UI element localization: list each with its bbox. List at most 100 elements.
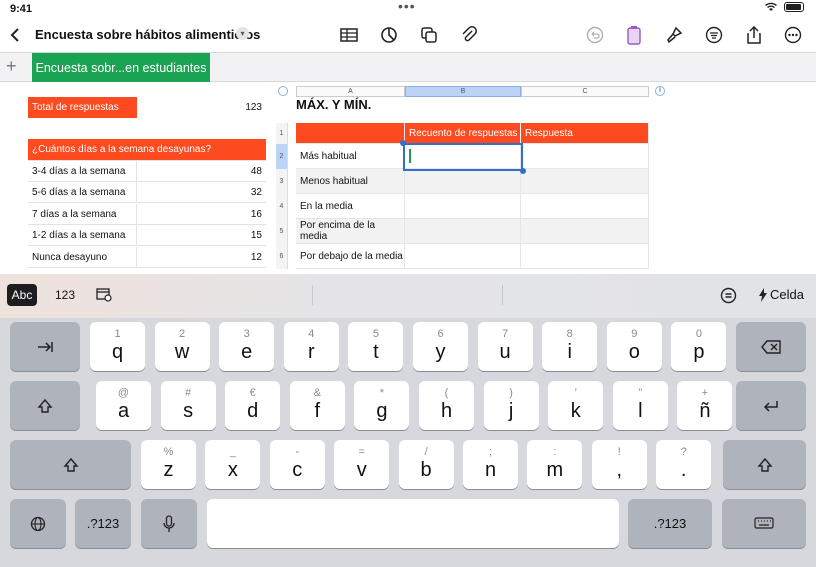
table-cell[interactable] bbox=[521, 169, 649, 194]
row-number[interactable]: 1 bbox=[276, 123, 288, 144]
key-3[interactable]: & f bbox=[289, 381, 345, 430]
header-cell[interactable]: Recuento de respuestas bbox=[405, 123, 521, 144]
header-cell[interactable] bbox=[296, 123, 405, 144]
format-brush-icon[interactable] bbox=[663, 24, 685, 46]
return-key[interactable] bbox=[736, 381, 806, 430]
microphone-key[interactable] bbox=[141, 499, 197, 548]
key-1[interactable]: 2w bbox=[154, 322, 210, 371]
row-number[interactable]: 2 bbox=[276, 144, 288, 169]
table-row[interactable]: 3-4 días a la semana 48 bbox=[28, 160, 266, 182]
key-5[interactable]: 6y bbox=[413, 322, 468, 371]
date-time-icon[interactable] bbox=[95, 287, 113, 308]
selected-cell[interactable] bbox=[405, 144, 521, 169]
clipboard-icon[interactable] bbox=[623, 24, 645, 46]
table-select-handle[interactable] bbox=[278, 86, 288, 96]
shapes-icon[interactable] bbox=[418, 24, 440, 46]
key-7[interactable]: ’ k bbox=[548, 381, 604, 430]
row-label-cell[interactable]: Menos habitual bbox=[296, 169, 405, 194]
chart-icon[interactable] bbox=[378, 24, 400, 46]
row-label-cell[interactable]: Por encima de la media bbox=[296, 219, 405, 244]
table-cell[interactable] bbox=[521, 144, 649, 169]
key-2[interactable]: € d bbox=[225, 381, 281, 430]
sheet-tab-active[interactable]: Encuesta sobr...en estudiantes bbox=[32, 53, 210, 83]
key-5[interactable]: ; n bbox=[463, 440, 518, 489]
column-resize-handle[interactable]: ‖ bbox=[655, 86, 665, 96]
document-title[interactable]: Encuesta sobre hábitos alimenticios bbox=[35, 27, 260, 42]
key-3[interactable]: = v bbox=[334, 440, 390, 489]
row-number[interactable]: 4 bbox=[276, 194, 288, 219]
row-number[interactable]: 5 bbox=[276, 219, 288, 244]
globe-key[interactable] bbox=[10, 499, 66, 548]
row-label-cell[interactable]: En la media bbox=[296, 194, 405, 219]
key-0[interactable]: 1q bbox=[90, 322, 145, 371]
table-cell[interactable] bbox=[521, 244, 649, 269]
table-cell[interactable] bbox=[405, 219, 521, 244]
selection-handle-bottom[interactable] bbox=[520, 168, 526, 174]
key-9[interactable]: + ñ bbox=[677, 381, 733, 430]
row-label-cell[interactable]: Más habitual bbox=[296, 144, 405, 169]
undo-icon[interactable] bbox=[584, 24, 606, 46]
key-9[interactable]: 0p bbox=[671, 322, 727, 371]
numbers-key-right[interactable]: .?123 bbox=[628, 499, 712, 548]
row-label-cell[interactable]: Por debajo de la media bbox=[296, 244, 405, 269]
key-6[interactable]: :m bbox=[527, 440, 583, 489]
formula-icon[interactable] bbox=[720, 287, 737, 309]
add-sheet-button[interactable]: + bbox=[6, 56, 17, 77]
key-0[interactable]: % z bbox=[141, 440, 196, 489]
row-number[interactable]: 6 bbox=[276, 244, 288, 269]
text-mode-button[interactable]: Abc bbox=[7, 284, 37, 306]
hide-keyboard-key[interactable] bbox=[722, 499, 806, 548]
cell-button[interactable]: Celda bbox=[758, 287, 804, 302]
shift-key-left[interactable] bbox=[10, 440, 131, 489]
table-cell[interactable] bbox=[521, 219, 649, 244]
table-cell[interactable] bbox=[405, 169, 521, 194]
share-icon[interactable] bbox=[743, 24, 765, 46]
numbers-key-left[interactable]: .?123 bbox=[75, 499, 131, 548]
table-cell[interactable] bbox=[521, 194, 649, 219]
total-row[interactable]: Total de respuestas 123 bbox=[28, 97, 266, 118]
question-header[interactable]: ¿Cuántos días a la semana desayunas? bbox=[28, 139, 266, 161]
number-mode-button[interactable]: 123 bbox=[55, 288, 75, 302]
key-7[interactable]: !, bbox=[591, 440, 647, 489]
table-row[interactable]: 1-2 días a la semana 15 bbox=[28, 224, 266, 246]
selection-handle-top[interactable] bbox=[400, 140, 406, 146]
tab-key[interactable] bbox=[10, 322, 80, 371]
table-cell[interactable] bbox=[405, 244, 521, 269]
key-8[interactable]: 9o bbox=[606, 322, 662, 371]
column-header-a[interactable]: A bbox=[296, 86, 405, 97]
shift-key-left-top[interactable] bbox=[10, 381, 80, 430]
delete-key[interactable] bbox=[736, 322, 806, 371]
multitask-dots[interactable]: ••• bbox=[398, 0, 416, 14]
table-row[interactable]: 5-6 días a la semana 32 bbox=[28, 181, 266, 203]
shift-key-right[interactable] bbox=[723, 440, 806, 489]
key-4[interactable]: / b bbox=[398, 440, 454, 489]
key-4[interactable]: 5t bbox=[348, 322, 404, 371]
key-8[interactable]: ?. bbox=[656, 440, 712, 489]
organize-icon[interactable] bbox=[703, 24, 725, 46]
back-chevron-icon[interactable] bbox=[4, 24, 26, 46]
table-row[interactable]: 7 días a la semana 16 bbox=[28, 203, 266, 225]
key-6[interactable]: ) j bbox=[483, 381, 539, 430]
key-2[interactable]: 3e bbox=[219, 322, 275, 371]
key-3[interactable]: 4r bbox=[283, 322, 339, 371]
table-icon[interactable] bbox=[338, 24, 360, 46]
key-7[interactable]: 8i bbox=[542, 322, 598, 371]
key-1[interactable]: _ x bbox=[205, 440, 261, 489]
key-1[interactable]: # s bbox=[160, 381, 216, 430]
key-4[interactable]: * g bbox=[354, 381, 410, 430]
attachment-icon[interactable] bbox=[458, 24, 480, 46]
key-2[interactable]: -c bbox=[269, 440, 325, 489]
table-cell[interactable] bbox=[405, 194, 521, 219]
key-6[interactable]: 7u bbox=[477, 322, 533, 371]
key-0[interactable]: @ a bbox=[96, 381, 151, 430]
table-row[interactable]: Nunca desayuno 12 bbox=[28, 246, 266, 268]
row-number[interactable]: 3 bbox=[276, 169, 288, 194]
key-5[interactable]: (h bbox=[419, 381, 474, 430]
title-dropdown-icon[interactable]: ▾ bbox=[236, 27, 249, 40]
column-header-b[interactable]: B bbox=[405, 86, 521, 97]
header-cell[interactable]: Respuesta bbox=[521, 123, 649, 144]
space-key[interactable] bbox=[207, 499, 619, 548]
more-icon[interactable] bbox=[782, 24, 804, 46]
column-header-c[interactable]: C bbox=[521, 86, 649, 97]
key-8[interactable]: ” l bbox=[612, 381, 668, 430]
